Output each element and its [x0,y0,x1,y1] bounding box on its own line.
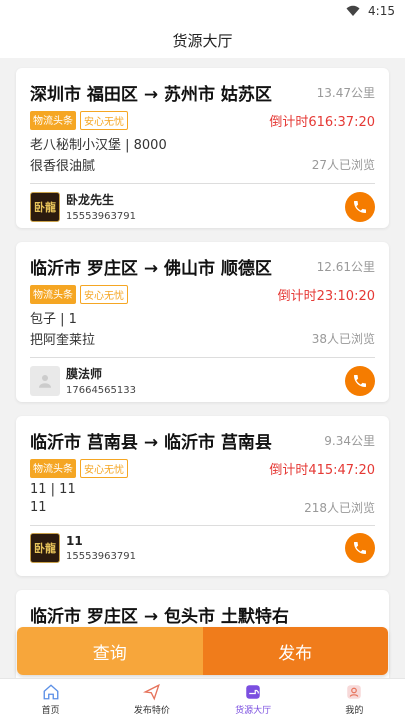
distance-text: 9.34公里 [324,434,375,448]
phone-icon [354,200,366,213]
tab-mine[interactable]: 我的 [304,679,405,720]
home-icon [43,684,59,700]
distance-text: 13.47公里 [316,86,375,100]
goods-text: 包子 | 1 [30,312,77,327]
goods-text: 11 | 11 [30,482,76,497]
countdown-text: 倒计时616:37:20 [269,115,375,130]
call-button[interactable] [345,365,375,396]
route-text: 临沂市 罗庄区 → 佛山市 顺德区 [30,259,272,279]
desc-text: 把阿奎莱拉 [30,333,96,348]
publish-button[interactable]: 发布 [202,627,388,675]
contact-row: 卧龍 11 15553963791 [30,533,375,563]
tab-label: 首页 [41,706,60,716]
cargo-hall-icon [246,685,260,699]
status-bar: 4:15 [0,0,405,22]
wifi-icon [346,5,360,16]
contact-name: 膜法师 [66,367,103,381]
divider [30,357,375,358]
tag-logistics: 物流头条 [30,285,76,304]
tag-safe: 安心无忧 [80,285,128,304]
query-button[interactable]: 查询 [17,627,203,675]
contact-name: 卧龙先生 [66,193,115,207]
contact-phone: 15553963791 [66,211,136,222]
avatar-logo-text: 卧龍 [34,542,56,555]
user-icon [347,685,362,699]
bottom-tab-bar: 首页 发布特价 货源大厅 我的 [0,678,405,720]
contact-row: 膜法师 17664565133 [30,365,375,396]
avatar: 卧龍 [30,533,60,563]
cargo-list[interactable]: 深圳市 福田区 → 苏州市 姑苏区 13.47公里 物流头条 安心无忧 倒计时6… [0,58,405,720]
distance-text: 12.61公里 [316,260,375,274]
views-text: 38人已浏览 [311,332,375,346]
tag-logistics: 物流头条 [30,111,76,130]
contact-row: 卧龍 卧龙先生 15553963791 [30,191,375,222]
cargo-card[interactable]: 临沂市 罗庄区 → 佛山市 顺德区 12.61公里 物流头条 安心无忧 倒计时2… [16,242,389,402]
contact-name: 11 [66,534,83,548]
views-text: 27人已浏览 [311,158,375,172]
call-button[interactable] [345,533,375,563]
tag-safe: 安心无忧 [80,111,128,130]
avatar [30,365,60,396]
tab-home[interactable]: 首页 [0,679,101,720]
tab-label: 发布特价 [133,706,170,716]
cargo-card[interactable]: 深圳市 福田区 → 苏州市 姑苏区 13.47公里 物流头条 安心无忧 倒计时6… [16,68,389,228]
phone-icon [354,374,366,387]
title-bar: 货源大厅 [0,22,405,58]
default-avatar-icon [39,374,51,388]
page-title: 货源大厅 [172,31,233,50]
action-bar: 查询 发布 [17,627,388,675]
phone-icon [354,542,366,554]
tab-label: 货源大厅 [235,706,272,716]
call-button[interactable] [345,191,375,222]
divider [30,525,375,526]
countdown-text: 倒计时23:10:20 [277,289,375,304]
route-text: 临沂市 罗庄区 → 包头市 土默特右 [30,607,289,627]
tab-cargo-hall[interactable]: 货源大厅 [203,679,304,720]
desc-text: 很香很油腻 [30,159,96,174]
countdown-text: 倒计时415:47:20 [269,463,375,478]
desc-text: 11 [30,500,47,515]
goods-text: 老八秘制小汉堡 | 8000 [30,138,167,153]
contact-phone: 15553963791 [66,551,136,562]
avatar-logo-text: 卧龍 [34,200,56,214]
avatar: 卧龍 [30,191,60,222]
status-time: 4:15 [368,4,395,18]
divider [30,183,375,184]
route-text: 临沂市 莒南县 → 临沂市 莒南县 [30,433,272,453]
views-text: 218人已浏览 [304,501,375,515]
cargo-card[interactable]: 临沂市 莒南县 → 临沂市 莒南县 9.34公里 物流头条 安心无忧 倒计时41… [16,416,389,576]
contact-phone: 17664565133 [66,385,136,396]
send-icon [142,683,160,701]
tab-label: 我的 [345,706,364,716]
tab-publish-special[interactable]: 发布特价 [101,679,202,720]
route-text: 深圳市 福田区 → 苏州市 姑苏区 [30,85,272,105]
tag-safe: 安心无忧 [80,459,128,478]
tag-logistics: 物流头条 [30,459,76,478]
